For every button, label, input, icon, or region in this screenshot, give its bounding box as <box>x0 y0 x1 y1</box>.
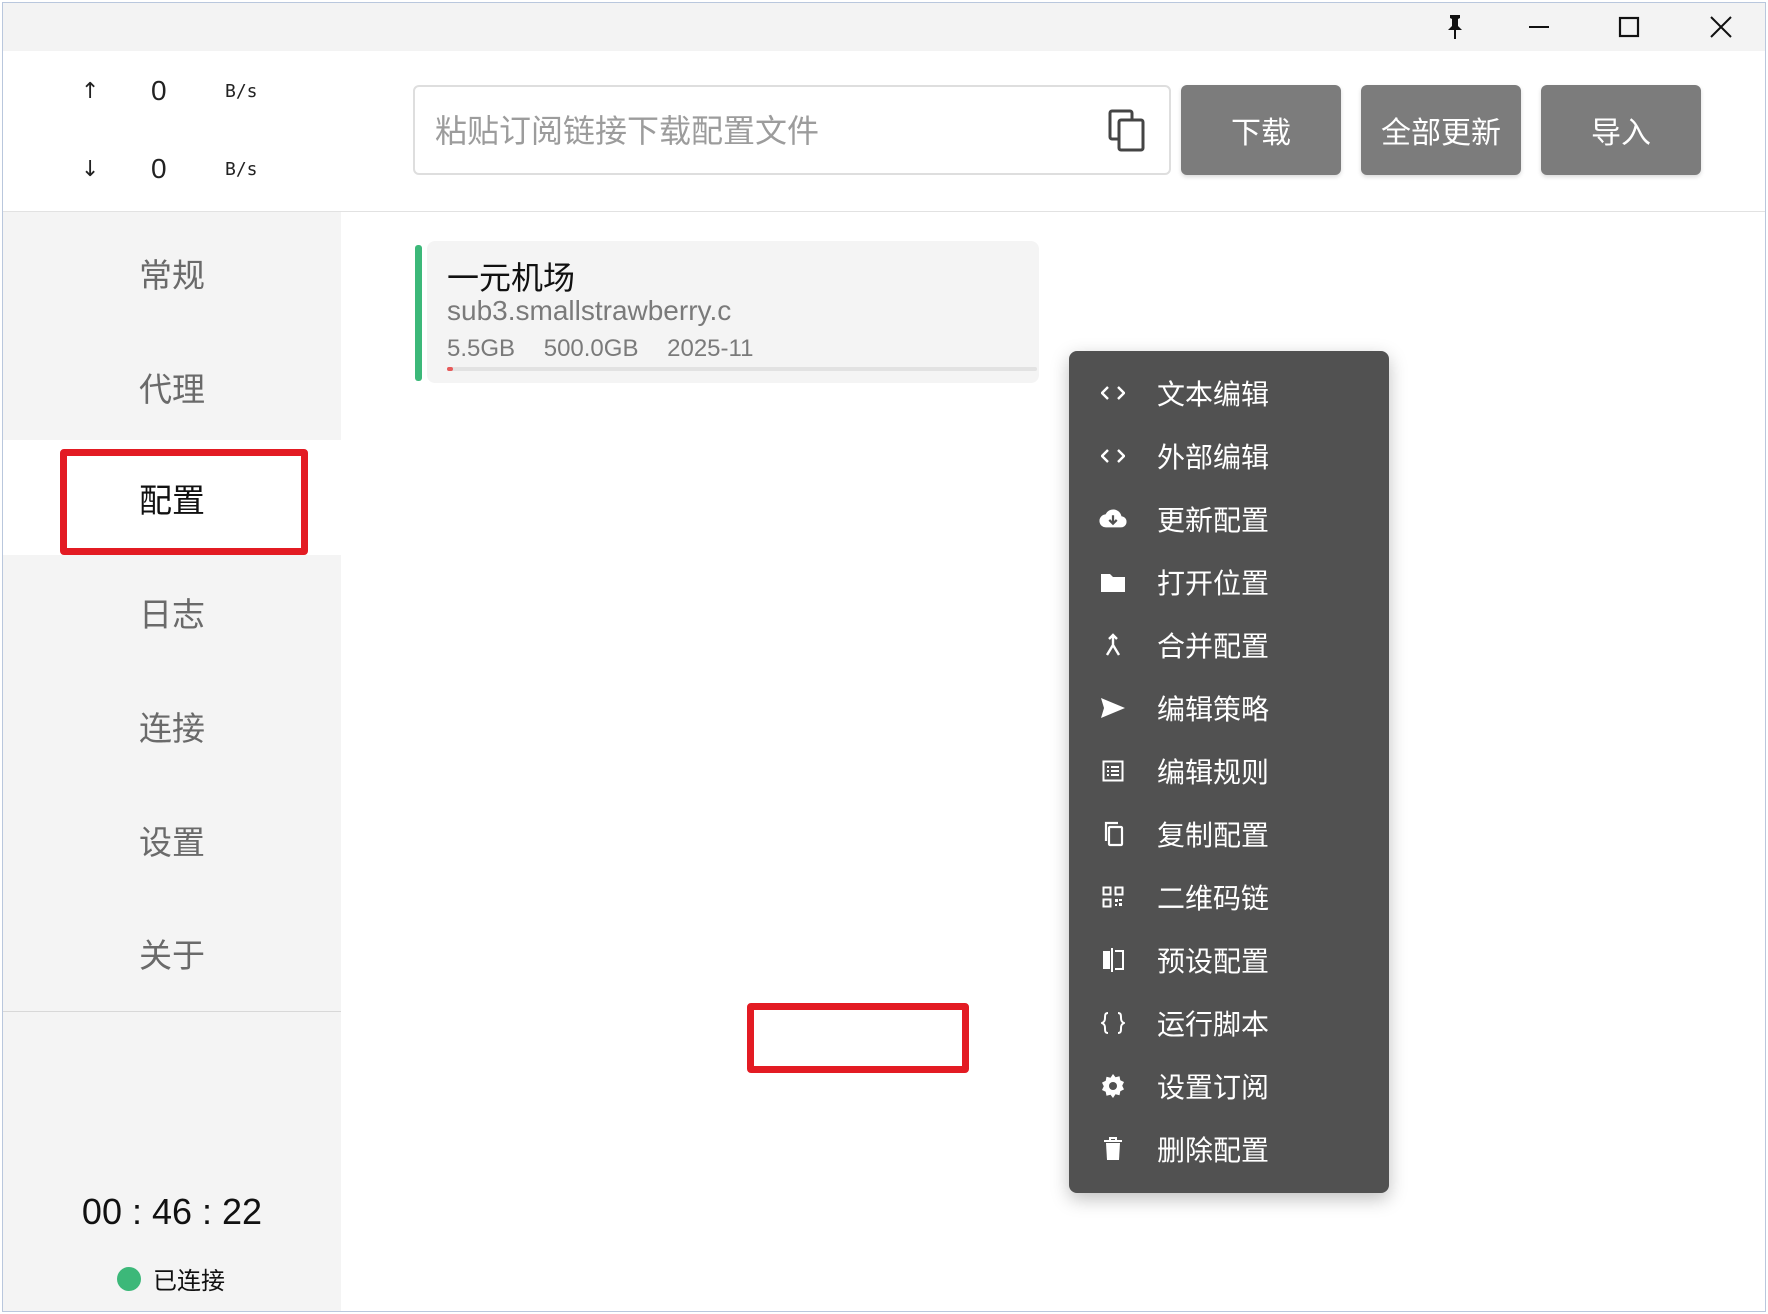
menu-item-external-edit[interactable]: 外部编辑 <box>1069 424 1389 487</box>
sidebar-item-label: 常规 <box>139 256 205 295</box>
profile-url: sub3.smallstrawberry.c <box>447 295 732 326</box>
divider <box>3 1011 341 1012</box>
braces-icon <box>1099 1009 1127 1037</box>
menu-item-copy-profile[interactable]: 复制配置 <box>1069 802 1389 865</box>
divider <box>341 211 1765 212</box>
paste-button[interactable] <box>1107 109 1147 153</box>
pin-button[interactable] <box>1413 3 1497 51</box>
menu-item-label: 文本编辑 <box>1157 377 1270 411</box>
maximize-icon <box>1618 16 1640 38</box>
download-speed-unit: B/s <box>225 159 258 180</box>
connection-status-label: 已连接 <box>153 1267 225 1295</box>
subscription-url-field[interactable] <box>413 85 1171 175</box>
close-button[interactable] <box>1679 3 1763 51</box>
folder-icon <box>1099 568 1127 596</box>
menu-item-label: 删除配置 <box>1157 1133 1270 1167</box>
menu-item-label: 编辑策略 <box>1157 692 1270 726</box>
menu-item-label: 二维码链 <box>1157 881 1270 915</box>
connection-status: 已连接 <box>117 1261 225 1296</box>
sidebar-item-profiles[interactable]: 配置 <box>3 441 341 555</box>
menu-item-label: 打开位置 <box>1157 566 1270 600</box>
gear-icon <box>1099 1072 1127 1100</box>
maximize-button[interactable] <box>1587 3 1671 51</box>
menu-item-qrcode[interactable]: 二维码链 <box>1069 865 1389 928</box>
qrcode-icon <box>1099 883 1127 911</box>
code-icon <box>1099 442 1127 470</box>
update-all-button[interactable]: 全部更新 <box>1361 85 1521 175</box>
sidebar-item-logs[interactable]: 日志 <box>3 555 341 669</box>
send-icon <box>1099 694 1127 722</box>
traffic-speed-panel: ↑ 0 B/s ↓ 0 B/s <box>3 51 341 211</box>
download-speed-value: 0 <box>151 153 167 184</box>
profile-card[interactable]: 一元机场 sub3.smallstrawberry.c 5.5GB 500.0G… <box>427 241 1039 383</box>
download-speed: ↓ 0 B/s <box>3 151 341 191</box>
menu-item-subscription-settings[interactable]: 设置订阅 <box>1069 1054 1389 1117</box>
compare-icon <box>1099 946 1127 974</box>
sidebar-item-settings[interactable]: 设置 <box>3 783 341 897</box>
upload-arrow-icon: ↑ <box>81 79 100 104</box>
profile-usage-fill <box>447 367 454 371</box>
menu-item-merge-profile[interactable]: 合并配置 <box>1069 613 1389 676</box>
menu-item-open-location[interactable]: 打开位置 <box>1069 550 1389 613</box>
profile-meta: 5.5GB 500.0GB 2025-11 <box>447 335 775 363</box>
menu-item-edit-policy[interactable]: 编辑策略 <box>1069 676 1389 739</box>
sidebar-item-label: 日志 <box>139 595 205 634</box>
upload-speed-value: 0 <box>151 75 167 106</box>
profile-used: 5.5GB <box>447 335 516 362</box>
subscription-url-input[interactable] <box>433 101 1077 161</box>
code-icon <box>1099 379 1127 407</box>
profile-context-menu: 文本编辑 外部编辑 更新配置 打开位置 合并配置 编辑策略 编辑规则 复制配置 … <box>1069 351 1389 1193</box>
sidebar-item-label: 连接 <box>139 709 205 748</box>
profile-date: 2025-11 <box>667 335 754 362</box>
minimize-button[interactable] <box>1497 3 1581 51</box>
main-content: 下载 全部更新 导入 一元机场 sub3.smallstrawberry.c 5… <box>341 51 1765 1311</box>
menu-item-label: 设置订阅 <box>1157 1070 1270 1104</box>
menu-item-label: 外部编辑 <box>1157 440 1270 474</box>
pin-icon <box>1448 15 1462 39</box>
copy-icon <box>1099 820 1127 848</box>
list-icon <box>1099 757 1127 785</box>
download-arrow-icon: ↓ <box>81 157 100 182</box>
sidebar-item-about[interactable]: 关于 <box>3 896 341 1010</box>
sidebar-item-general[interactable]: 常规 <box>3 216 341 330</box>
profile-selected-indicator <box>415 245 422 381</box>
cloud-download-icon <box>1099 505 1127 533</box>
menu-item-label: 合并配置 <box>1157 629 1270 663</box>
import-button[interactable]: 导入 <box>1541 85 1701 175</box>
sidebar-item-label: 配置 <box>139 481 205 520</box>
paste-icon <box>1108 109 1145 152</box>
sidebar-item-label: 设置 <box>139 823 205 862</box>
menu-item-label: 运行脚本 <box>1157 1007 1270 1041</box>
uptime-timer: 00 : 46 : 22 <box>81 1191 263 1232</box>
close-icon <box>1710 16 1732 38</box>
highlight-box-subscription-settings <box>747 1003 969 1073</box>
sidebar: ↑ 0 B/s ↓ 0 B/s 常规 代理 配置 日志 连接 设置 关于 00 … <box>3 51 341 1311</box>
menu-item-preset-profile[interactable]: 预设配置 <box>1069 928 1389 991</box>
menu-item-label: 复制配置 <box>1157 818 1270 852</box>
menu-item-text-edit[interactable]: 文本编辑 <box>1069 361 1389 424</box>
menu-item-edit-rules[interactable]: 编辑规则 <box>1069 739 1389 802</box>
sidebar-item-connections[interactable]: 连接 <box>3 669 341 783</box>
app-window: ↑ 0 B/s ↓ 0 B/s 常规 代理 配置 日志 连接 设置 关于 00 … <box>2 2 1766 1312</box>
status-dot-icon <box>117 1266 141 1291</box>
upload-speed: ↑ 0 B/s <box>3 73 341 113</box>
title-bar <box>3 3 1765 51</box>
sidebar-item-label: 代理 <box>139 370 205 409</box>
menu-item-label: 更新配置 <box>1157 503 1270 537</box>
menu-item-label: 编辑规则 <box>1157 755 1270 789</box>
sidebar-item-proxy[interactable]: 代理 <box>3 330 341 444</box>
menu-item-label: 预设配置 <box>1157 944 1270 978</box>
profile-total: 500.0GB <box>543 335 639 362</box>
upload-speed-unit: B/s <box>225 81 258 102</box>
sidebar-item-label: 关于 <box>139 936 205 975</box>
menu-item-delete-profile[interactable]: 删除配置 <box>1069 1117 1389 1180</box>
menu-item-run-script[interactable]: 运行脚本 <box>1069 991 1389 1054</box>
download-button[interactable]: 下载 <box>1181 85 1341 175</box>
merge-icon <box>1099 631 1127 659</box>
profile-usage-bar <box>447 367 1037 371</box>
profile-name: 一元机场 <box>447 259 576 297</box>
menu-item-update-profile[interactable]: 更新配置 <box>1069 487 1389 550</box>
minimize-icon <box>1529 26 1549 28</box>
trash-icon <box>1099 1135 1127 1163</box>
